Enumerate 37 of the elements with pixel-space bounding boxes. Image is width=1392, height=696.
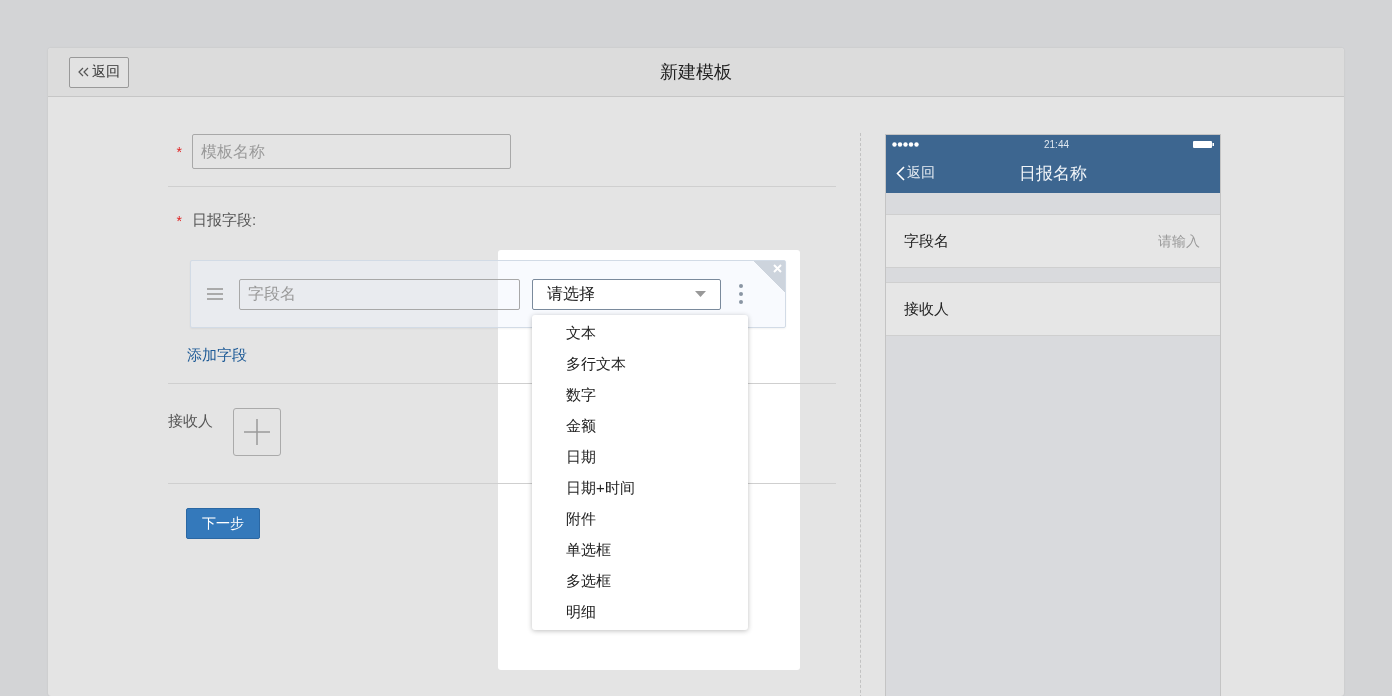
next-button[interactable]: 下一步 [186,508,260,539]
required-asterisk: * [175,143,183,160]
drag-handle-icon[interactable] [207,288,223,300]
signal-icon [892,141,920,147]
preview-title: 日报名称 [1019,163,1087,183]
row-label: 接收人 [904,299,949,319]
caret-icon [695,291,706,297]
preview-back-button[interactable]: 返回 [896,164,935,182]
dropdown-option[interactable]: 日期 [532,440,748,472]
add-field-link[interactable]: 添加字段 [187,346,247,365]
dropdown-option[interactable]: 单选框 [532,533,748,565]
template-name-field[interactable]: 模板名称 [192,134,511,169]
dropdown-option[interactable]: 数字 [532,378,748,410]
more-icon[interactable] [739,284,743,304]
battery-icon [1193,140,1214,148]
dropdown-option[interactable]: 附件 [532,502,748,534]
dropdown-option[interactable]: 多行文本 [532,347,748,379]
add-recipient-button[interactable] [233,408,281,456]
dropdown-option[interactable]: 明细 [532,595,748,627]
section-label: 日报字段: [192,211,257,230]
dropdown-option[interactable]: 文本 [532,316,748,348]
page-title: 新建模板 [660,62,732,82]
dropdown-option[interactable]: 金额 [532,409,748,441]
chevron-left-icon [896,165,905,181]
double-chevron-icon [78,67,89,77]
type-select[interactable]: 请选择 [532,278,721,310]
plus-icon [244,419,270,445]
text-input[interactable]: 请输入 [1130,233,1200,249]
field-name-field[interactable]: 字段名 [239,278,520,310]
dropdown-option[interactable]: 多选框 [532,564,748,596]
dropdown-option[interactable]: 日期+时间 [532,471,748,503]
required-asterisk: * [175,212,183,229]
close-icon [773,264,782,273]
row-label: 字段名 [904,231,949,251]
back-button[interactable]: 返回 [69,56,129,88]
recipient-label: 接收人 [168,412,213,431]
status-time: 21:44 [1044,138,1069,150]
